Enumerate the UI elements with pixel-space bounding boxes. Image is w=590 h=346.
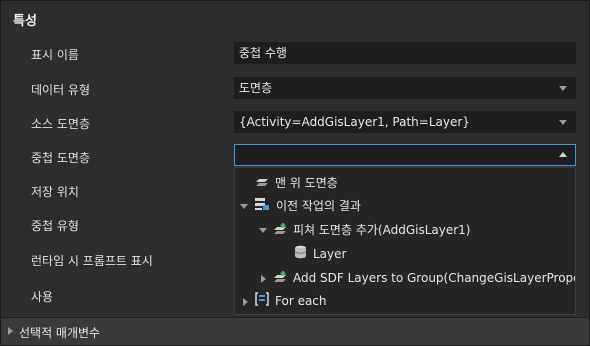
add-layer-icon [273,220,287,242]
label-overlay-layer: 중첩 도면층 [31,151,91,165]
tree-item-layer[interactable]: Layer [294,243,346,265]
label-enabled: 사용 [31,290,54,304]
label-source-layer: 소스 도면층 [31,117,91,131]
properties-panel: 특성 표시 이름 데이터 유형 소스 도면층 중첩 도면층 저장 위치 중첩 유… [0,0,590,346]
for-each-icon [255,291,269,313]
data-type-value: 도면층 [239,81,273,95]
tree-item-top-layer[interactable]: 맨 위 도면층 [255,172,338,194]
source-layer-value: {Activity=AddGisLayer1, Path=Layer} [239,115,470,129]
chevron-right-icon[interactable] [8,327,13,335]
overlay-layer-dropdown[interactable] [234,144,576,166]
label-save-location: 저장 위치 [31,185,79,199]
tree-item-previous-results[interactable]: 이전 작업의 결과 [240,195,361,217]
chevron-right-icon[interactable] [261,274,266,283]
panel-title: 특성 [13,14,37,29]
tree-item-for-each[interactable]: For each [243,290,327,312]
add-layer-icon [273,268,287,290]
label-overlay-type: 중첩 유형 [31,219,79,233]
chevron-down-icon[interactable] [259,228,267,233]
chevron-up-icon [559,152,567,157]
label-data-type: 데이터 유형 [31,83,91,97]
display-name-input[interactable]: 중첩 수행 [234,42,576,64]
overlay-layer-dropdown-list: 맨 위 도면층 이전 작업의 결과 피쳐 도면층 추가(AddGisLayer1… [234,167,576,315]
chevron-right-icon[interactable] [243,297,248,306]
optional-parameters-label: 선택적 매개변수 [19,326,101,340]
label-display-name: 표시 이름 [31,48,79,62]
tree-item-add-sdf-layers[interactable]: Add SDF Layers to Group(ChangeGisLayerPr… [261,267,575,290]
optional-parameters-section[interactable]: 선택적 매개변수 [1,317,589,345]
database-icon [294,244,307,266]
data-type-dropdown[interactable]: 도면층 [234,77,576,99]
source-layer-dropdown[interactable]: {Activity=AddGisLayer1, Path=Layer} [234,111,576,133]
tree-item-add-feature-layer[interactable]: 피쳐 도면층 추가(AddGisLayer1) [259,219,470,241]
chevron-down-icon[interactable] [240,204,248,209]
label-runtime-prompt: 런타임 시 프롬프트 표시 [31,254,153,268]
layer-stack-icon [255,173,269,195]
previous-results-icon [254,196,270,218]
